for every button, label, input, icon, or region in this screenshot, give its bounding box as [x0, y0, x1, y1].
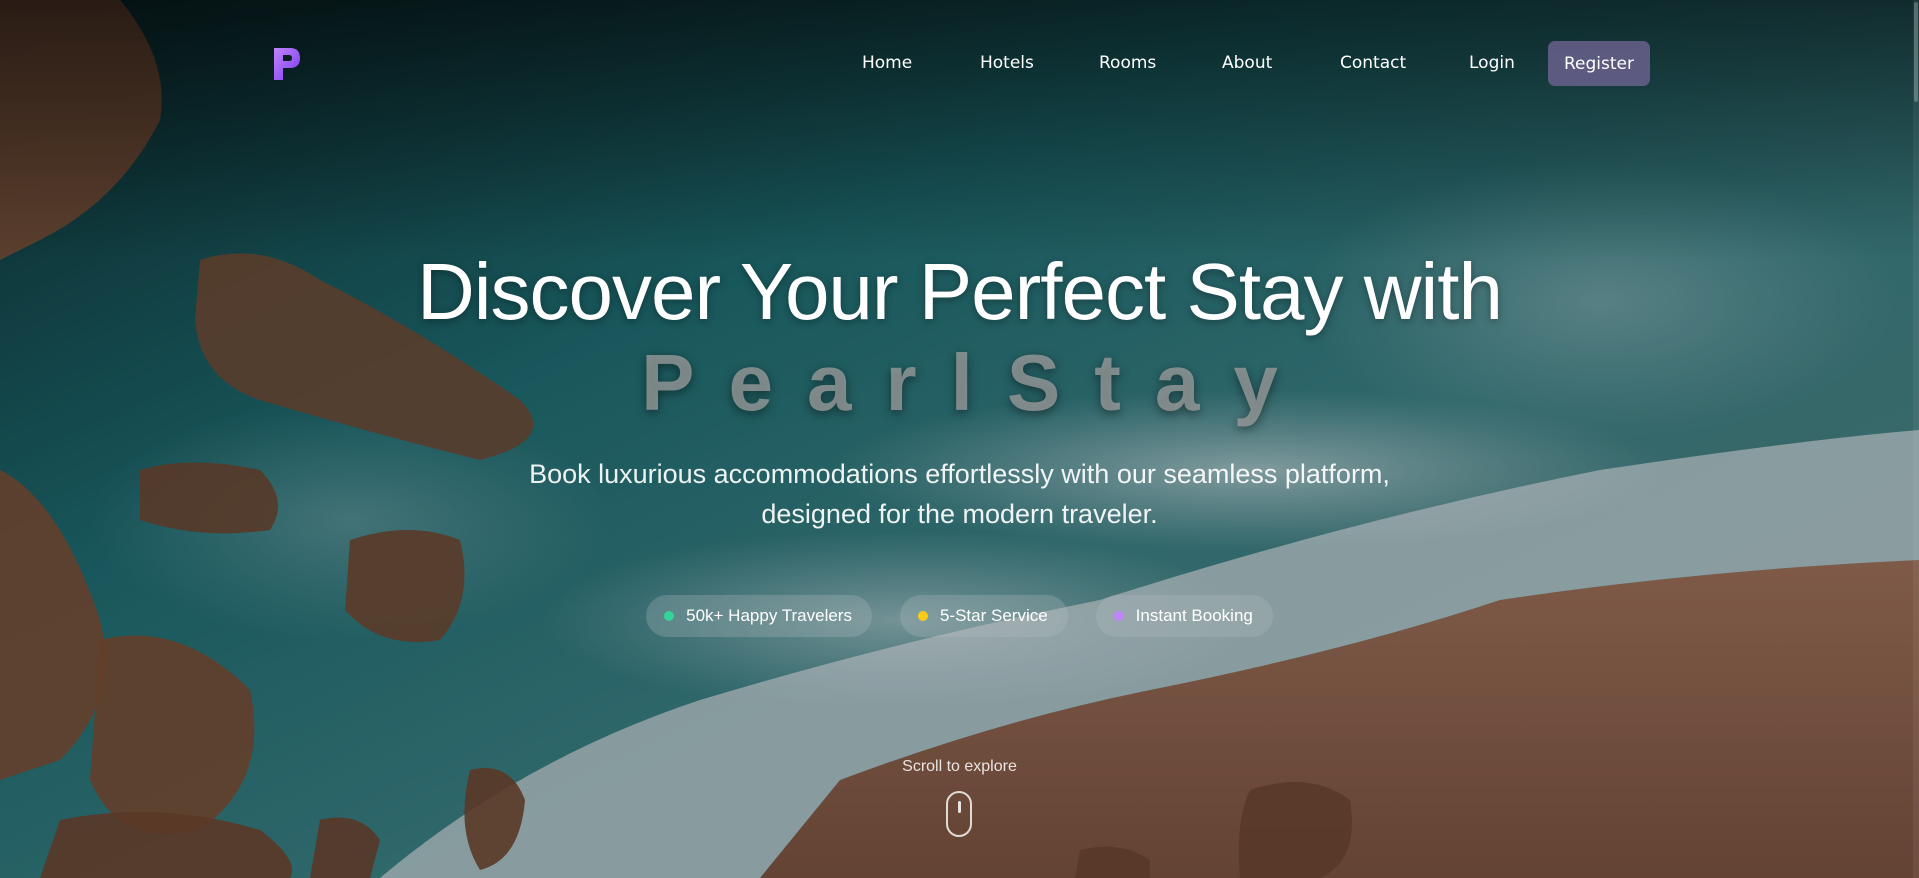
nav-link-login[interactable]: Login — [1469, 53, 1515, 73]
nav-link-about[interactable]: About — [1222, 53, 1272, 73]
badge-instant-booking: Instant Booking — [1095, 595, 1273, 637]
hero-subtitle: Book luxurious accommodations effortless… — [0, 454, 1919, 534]
nav-link-rooms[interactable]: Rooms — [1099, 53, 1156, 73]
hero-title: Discover Your Perfect Stay with — [416, 247, 1503, 336]
badge-label: Instant Booking — [1135, 606, 1253, 625]
page-scrollbar[interactable] — [1913, 0, 1919, 878]
badge-five-star-service: 5-Star Service — [899, 595, 1068, 637]
brand-name: PearlStay — [641, 338, 1312, 427]
pearlstay-logo-icon[interactable] — [270, 44, 304, 84]
mouse-wheel-indicator — [958, 801, 961, 813]
green-dot-icon — [664, 611, 675, 621]
hero-subtitle-line-1: Book luxurious accommodations effortless… — [529, 459, 1390, 489]
hero-section: Home Hotels Rooms About Contact Login Re… — [0, 0, 1919, 878]
mouse-scroll-icon[interactable] — [946, 791, 972, 837]
hero-background-image — [0, 0, 1919, 878]
nav-link-home[interactable]: Home — [862, 53, 912, 73]
badge-label: 5-Star Service — [939, 606, 1048, 625]
feature-badges: 50k+ Happy Travelers 5-Star Service Inst… — [0, 595, 1919, 637]
hero-subtitle-line-2: designed for the modern traveler. — [761, 499, 1158, 529]
badge-label: 50k+ Happy Travelers — [686, 606, 852, 625]
scroll-hint-label: Scroll to explore — [902, 758, 1017, 775]
register-button[interactable]: Register — [1548, 41, 1650, 86]
yellow-dot-icon — [917, 611, 928, 621]
purple-dot-icon — [1113, 611, 1124, 621]
scrollbar-thumb[interactable] — [1914, 2, 1918, 102]
top-navbar: Home Hotels Rooms About Contact Login Re… — [0, 0, 1919, 120]
badge-happy-travelers: 50k+ Happy Travelers — [646, 595, 872, 637]
nav-link-hotels[interactable]: Hotels — [980, 53, 1034, 73]
nav-link-contact[interactable]: Contact — [1340, 53, 1406, 73]
